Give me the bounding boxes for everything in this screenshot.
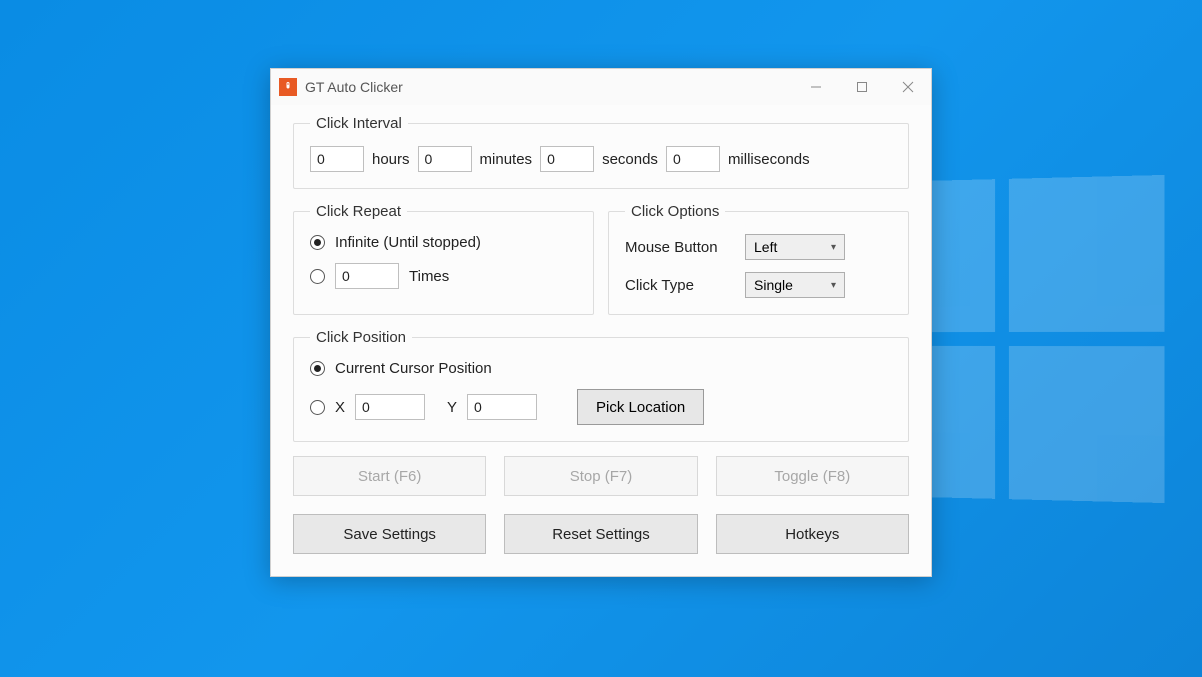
position-current-label: Current Cursor Position: [335, 360, 492, 377]
seconds-input[interactable]: [540, 146, 594, 172]
maximize-button[interactable]: [839, 69, 885, 105]
y-input[interactable]: [467, 394, 537, 420]
click-repeat-legend: Click Repeat: [310, 203, 407, 220]
chevron-down-icon: ▾: [831, 280, 836, 291]
chevron-down-icon: ▾: [831, 242, 836, 253]
click-type-select[interactable]: Single ▾: [745, 272, 845, 298]
start-button[interactable]: Start (F6): [293, 456, 486, 496]
stop-button[interactable]: Stop (F7): [504, 456, 697, 496]
click-position-legend: Click Position: [310, 329, 412, 346]
minutes-label: minutes: [480, 151, 533, 168]
minimize-button[interactable]: [793, 69, 839, 105]
mouse-button-label: Mouse Button: [625, 239, 735, 256]
close-button[interactable]: [885, 69, 931, 105]
position-current-radio[interactable]: [310, 361, 325, 376]
titlebar: GT Auto Clicker: [271, 69, 931, 105]
app-window: GT Auto Clicker Click Interval hours min…: [270, 68, 932, 577]
click-interval-legend: Click Interval: [310, 115, 408, 132]
repeat-times-label: Times: [409, 268, 449, 285]
milliseconds-input[interactable]: [666, 146, 720, 172]
x-input[interactable]: [355, 394, 425, 420]
repeat-infinite-label: Infinite (Until stopped): [335, 234, 481, 251]
click-type-value: Single: [754, 277, 793, 293]
reset-settings-button[interactable]: Reset Settings: [504, 514, 697, 554]
hotkeys-button[interactable]: Hotkeys: [716, 514, 909, 554]
repeat-times-radio[interactable]: [310, 269, 325, 284]
mouse-button-value: Left: [754, 239, 777, 255]
click-interval-group: Click Interval hours minutes seconds mil…: [293, 115, 909, 189]
mouse-button-select[interactable]: Left ▾: [745, 234, 845, 260]
hours-label: hours: [372, 151, 410, 168]
minutes-input[interactable]: [418, 146, 472, 172]
click-options-group: Click Options Mouse Button Left ▾ Click …: [608, 203, 909, 315]
click-position-group: Click Position Current Cursor Position X…: [293, 329, 909, 442]
y-label: Y: [447, 399, 457, 416]
seconds-label: seconds: [602, 151, 658, 168]
app-icon: [279, 78, 297, 96]
click-options-legend: Click Options: [625, 203, 725, 220]
repeat-infinite-radio[interactable]: [310, 235, 325, 250]
click-repeat-group: Click Repeat Infinite (Until stopped) Ti…: [293, 203, 594, 315]
repeat-times-input[interactable]: [335, 263, 399, 289]
hours-input[interactable]: [310, 146, 364, 172]
window-title: GT Auto Clicker: [305, 79, 403, 95]
position-xy-radio[interactable]: [310, 400, 325, 415]
milliseconds-label: milliseconds: [728, 151, 810, 168]
save-settings-button[interactable]: Save Settings: [293, 514, 486, 554]
window-controls: [793, 69, 931, 105]
pick-location-button[interactable]: Pick Location: [577, 389, 704, 425]
x-label: X: [335, 399, 345, 416]
toggle-button[interactable]: Toggle (F8): [716, 456, 909, 496]
click-type-label: Click Type: [625, 277, 735, 294]
